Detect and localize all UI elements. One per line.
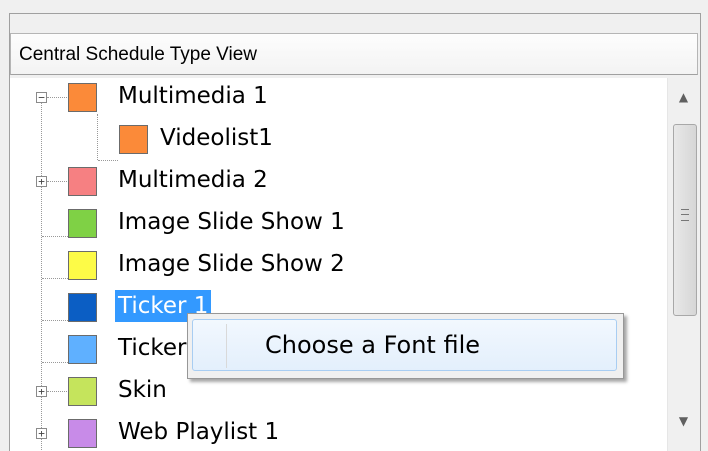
schedule-type-panel: Central Schedule Type View − Multimedia … — [9, 13, 701, 451]
vertical-scrollbar[interactable]: ▲ ▼ — [667, 78, 698, 451]
menu-item-label: Choose a Font file — [265, 331, 481, 359]
color-swatch — [68, 419, 97, 448]
scroll-up-icon[interactable]: ▲ — [668, 82, 698, 112]
scroll-down-icon[interactable]: ▼ — [668, 406, 698, 436]
color-swatch — [68, 83, 97, 112]
expand-icon[interactable]: + — [36, 176, 47, 187]
schedule-tree[interactable]: − Multimedia 1 Videolist1 + Multimedia 2… — [10, 78, 698, 451]
menu-gutter — [226, 324, 227, 368]
color-swatch — [68, 335, 97, 364]
scroll-thumb[interactable] — [673, 124, 697, 316]
color-swatch — [68, 167, 97, 196]
tree-line — [47, 97, 67, 98]
tree-item-label: Image Slide Show 1 — [118, 209, 345, 235]
tree-item-label: Ticker — [118, 335, 187, 361]
color-swatch — [68, 209, 97, 238]
expand-icon[interactable]: + — [36, 386, 47, 397]
tree-item-label: Videolist1 — [160, 125, 273, 151]
color-swatch — [68, 377, 97, 406]
tree-line — [98, 160, 118, 161]
tree-item-web-playlist-1[interactable]: + Web Playlist 1 — [10, 414, 660, 451]
tree-item-multimedia-1[interactable]: − Multimedia 1 — [10, 78, 660, 118]
tree-item-label: Image Slide Show 2 — [118, 251, 345, 277]
tree-item-label: Web Playlist 1 — [118, 419, 280, 445]
tree-line — [47, 181, 67, 182]
menu-item-choose-font-file[interactable]: Choose a Font file — [192, 319, 617, 371]
expand-icon[interactable]: + — [36, 428, 47, 439]
tree-line — [47, 391, 67, 392]
collapse-icon[interactable]: − — [36, 92, 47, 103]
color-swatch — [68, 293, 97, 322]
column-header[interactable]: Central Schedule Type View — [10, 33, 698, 75]
grip-icon — [681, 209, 689, 221]
tree-item-videolist1[interactable]: Videolist1 — [10, 120, 660, 160]
tree-item-label: Multimedia 2 — [118, 167, 268, 193]
tree-item-image-slide-show-2[interactable]: Image Slide Show 2 — [10, 246, 660, 286]
color-swatch — [119, 125, 148, 154]
color-swatch — [68, 251, 97, 280]
tree-item-multimedia-2[interactable]: + Multimedia 2 — [10, 162, 660, 202]
context-menu: Choose a Font file — [187, 313, 624, 379]
tree-item-label: Skin — [118, 377, 167, 403]
tree-item-image-slide-show-1[interactable]: Image Slide Show 1 — [10, 204, 660, 244]
tree-item-label: Multimedia 1 — [118, 83, 268, 109]
